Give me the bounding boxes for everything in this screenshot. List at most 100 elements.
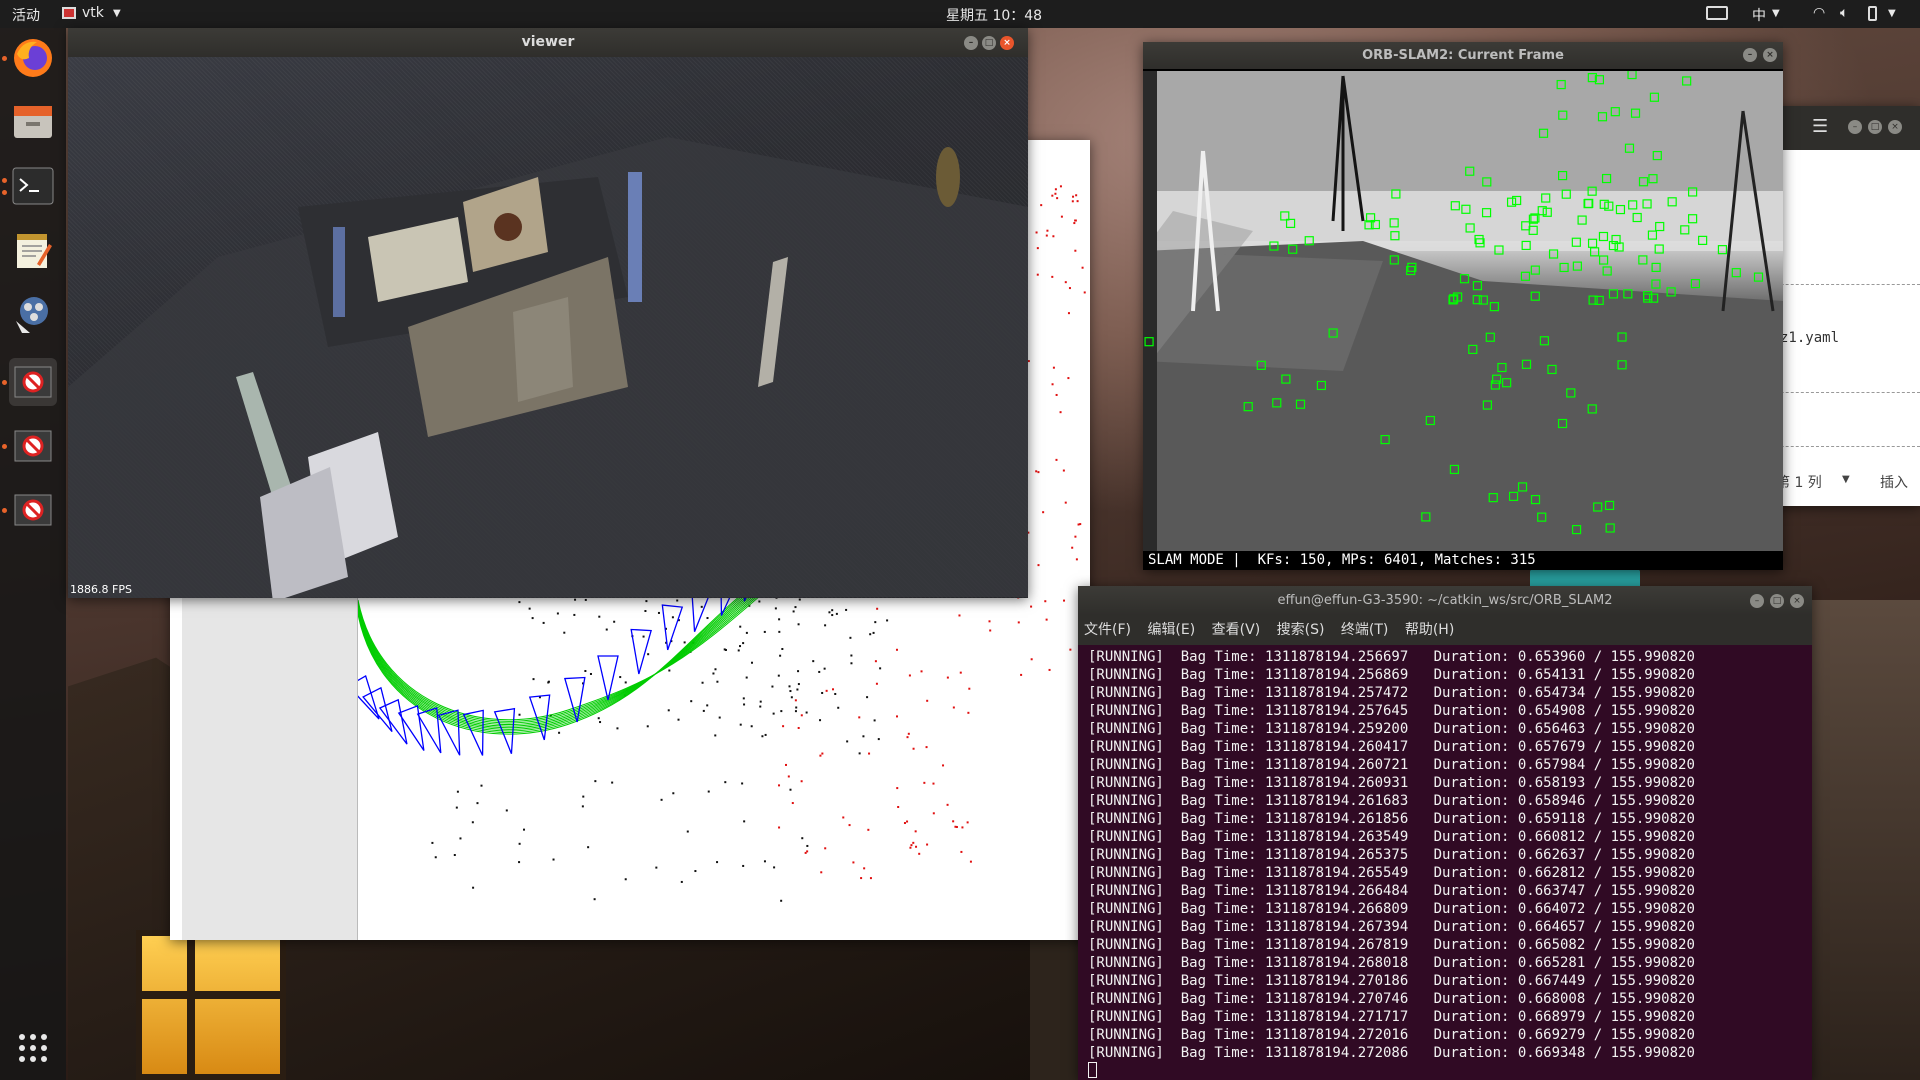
map-point <box>915 845 918 848</box>
map-point <box>778 618 781 621</box>
map-point <box>680 880 683 883</box>
clock[interactable]: 星期五 10：48 <box>946 5 1042 25</box>
feature-marker <box>1548 249 1559 259</box>
current-frame-window: ORB-SLAM2: Current Frame – × SLAM MODE |… <box>1143 42 1783 570</box>
close-button[interactable]: × <box>1790 594 1804 608</box>
feature-marker <box>1281 374 1291 384</box>
blocked-app-icon[interactable] <box>9 358 57 406</box>
files-icon[interactable] <box>9 98 57 146</box>
hamburger-menu-icon[interactable]: ☰ <box>1812 116 1828 137</box>
map-point <box>778 784 781 787</box>
map-point <box>818 670 821 673</box>
blocked-app-icon[interactable] <box>9 422 57 470</box>
minimize-button[interactable]: – <box>964 36 978 50</box>
maximize-button[interactable]: □ <box>982 36 996 50</box>
map-point <box>737 649 740 652</box>
minimize-button[interactable]: – <box>1750 594 1764 608</box>
feature-marker <box>1256 360 1266 370</box>
map-point <box>701 681 704 684</box>
map-point <box>925 746 928 749</box>
map-point <box>694 870 697 873</box>
terminal-line: [RUNNING] Bag Time: 1311878194.263549 Du… <box>1088 829 1695 845</box>
viewer-titlebar[interactable]: viewer – □ × <box>68 28 1028 57</box>
keyboard-icon[interactable] <box>1706 6 1728 20</box>
map-point <box>759 700 762 703</box>
feature-overlay <box>1144 71 1764 535</box>
minimize-button[interactable]: – <box>1848 120 1862 134</box>
feature-marker <box>1539 336 1549 346</box>
map-point <box>895 648 898 651</box>
current-frame-titlebar[interactable]: ORB-SLAM2: Current Frame – × <box>1143 42 1783 69</box>
map-point <box>714 668 717 671</box>
maximize-button[interactable]: □ <box>1770 594 1784 608</box>
map-point <box>797 670 800 673</box>
feature-marker <box>1482 400 1492 410</box>
menu-edit[interactable]: 编辑(E) <box>1147 622 1195 638</box>
map-point <box>1040 204 1043 207</box>
chevron-down-icon[interactable]: ▼ <box>1842 474 1850 485</box>
chevron-down-icon[interactable]: ▼ <box>113 8 121 19</box>
menu-file[interactable]: 文件(F) <box>1084 622 1131 638</box>
insert-mode[interactable]: 插入 <box>1880 472 1908 492</box>
menu-view[interactable]: 查看(V) <box>1212 622 1261 638</box>
battery-icon[interactable] <box>1868 6 1877 21</box>
app-menu-label[interactable]: vtk <box>82 5 104 21</box>
map-point <box>912 747 915 750</box>
terminal-line: [RUNNING] Bag Time: 1311878194.265375 Du… <box>1088 847 1695 863</box>
show-apps-icon[interactable] <box>9 1024 57 1072</box>
maximize-button[interactable]: □ <box>1868 120 1882 134</box>
map-point <box>794 710 797 713</box>
map-point <box>819 754 822 757</box>
activities-button[interactable]: 活动 <box>12 5 40 25</box>
blocked-app-icon[interactable] <box>9 486 57 534</box>
editor-text-fragment[interactable]: z1.yaml <box>1780 330 1839 346</box>
feature-marker <box>1521 240 1531 251</box>
menu-terminal[interactable]: 终端(T) <box>1341 622 1388 638</box>
feature-marker <box>1389 218 1399 228</box>
map-point <box>745 676 748 679</box>
map-point <box>1062 469 1065 472</box>
volume-icon[interactable]: 🔈︎ <box>1840 5 1848 21</box>
map-point <box>866 696 869 699</box>
feature-marker <box>1571 524 1582 535</box>
terminal-icon[interactable] <box>9 162 57 210</box>
camera-frame[interactable] <box>1143 71 1783 551</box>
map-point <box>923 781 926 784</box>
menu-search[interactable]: 搜索(S) <box>1277 622 1325 638</box>
map-point <box>1042 511 1045 514</box>
feature-marker <box>1243 402 1253 412</box>
map-point <box>1071 200 1074 203</box>
point-cloud-canvas[interactable]: 1886.8 FPS <box>68 57 1028 598</box>
map-point <box>959 671 962 674</box>
close-button[interactable]: × <box>1888 120 1902 134</box>
firefox-icon[interactable] <box>9 34 57 82</box>
map-point <box>835 612 838 615</box>
video-editor-icon[interactable] <box>9 290 57 338</box>
terminal-output[interactable]: [RUNNING] Bag Time: 1311878194.256697 Du… <box>1078 645 1812 1080</box>
map-point <box>646 725 649 728</box>
map-point <box>712 672 715 675</box>
chevron-down-icon[interactable]: ▼ <box>1772 8 1780 19</box>
feature-marker <box>1598 255 1609 265</box>
terminal-titlebar[interactable]: effun@effun-G3-3590: ~/catkin_ws/src/ORB… <box>1078 586 1812 615</box>
map-point <box>781 647 784 650</box>
wifi-icon[interactable]: ◠ <box>1813 5 1825 21</box>
text-editor-icon[interactable] <box>9 226 57 274</box>
map-point <box>657 611 660 614</box>
feature-marker <box>1537 512 1547 522</box>
feature-marker <box>1304 236 1314 246</box>
map-point <box>1052 235 1055 238</box>
chevron-down-icon[interactable]: ▼ <box>1888 8 1896 19</box>
menu-help[interactable]: 帮助(H) <box>1405 622 1454 638</box>
close-button[interactable]: × <box>1763 48 1777 62</box>
close-button[interactable]: × <box>1000 36 1014 50</box>
minimize-button[interactable]: – <box>1743 48 1757 62</box>
terminal-line: [RUNNING] Bag Time: 1311878194.267819 Du… <box>1088 937 1695 953</box>
feature-marker <box>1587 238 1598 248</box>
map-point <box>1064 281 1067 284</box>
feature-marker <box>1566 388 1576 398</box>
map-point <box>1073 222 1076 225</box>
input-method-label[interactable]: 中 <box>1752 5 1766 25</box>
map-point <box>547 681 550 684</box>
map-point <box>742 642 745 645</box>
